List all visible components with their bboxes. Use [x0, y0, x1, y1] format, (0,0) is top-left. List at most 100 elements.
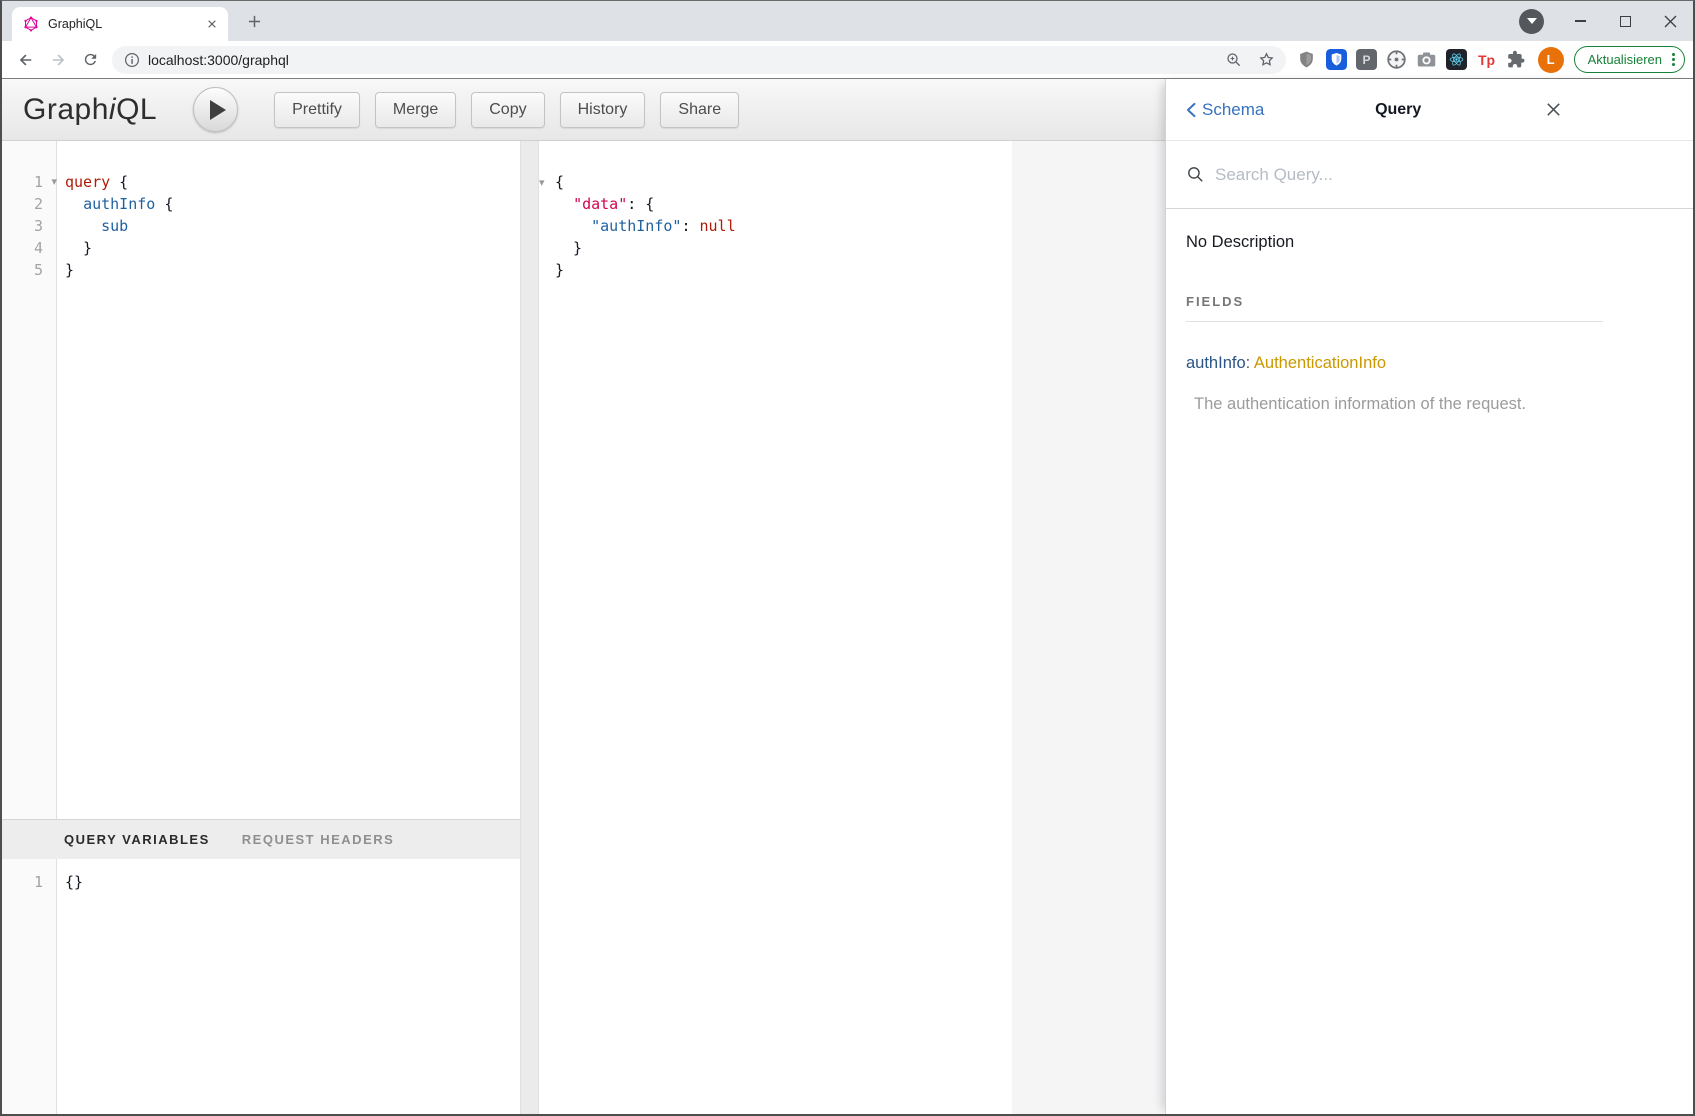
- graphql-favicon-icon: [23, 16, 39, 32]
- reload-icon: [82, 51, 99, 68]
- menu-kebab-icon[interactable]: [1670, 47, 1677, 72]
- fields-heading: FIELDS: [1186, 294, 1603, 322]
- query-editor-gutter: 1▾ 2 3 4 5: [2, 141, 57, 819]
- zoom-icon[interactable]: [1225, 51, 1243, 69]
- history-button[interactable]: History: [560, 92, 646, 128]
- media-controls-button[interactable]: [1519, 9, 1544, 34]
- new-tab-button[interactable]: [240, 7, 268, 35]
- query-editor-pane: 1▾ 2 3 4 5 query { authInfo { sub } }: [2, 141, 520, 1114]
- tab-title: GraphiQL: [48, 17, 204, 31]
- url-text[interactable]: localhost:3000/graphql: [148, 52, 1225, 68]
- merge-button[interactable]: Merge: [375, 92, 456, 128]
- p-extension-icon[interactable]: P: [1354, 47, 1380, 73]
- line-number: 4: [2, 237, 56, 259]
- field-separator: :: [1246, 354, 1254, 372]
- play-icon: [210, 100, 226, 120]
- docs-close-button[interactable]: [1544, 100, 1563, 119]
- share-button[interactable]: Share: [660, 92, 739, 128]
- maximize-icon: [1620, 16, 1631, 27]
- line-number: 2: [2, 193, 56, 215]
- prettify-button[interactable]: Prettify: [274, 92, 360, 128]
- result-pane: ▾{ "data": { "authInfo": null } }: [539, 141, 1012, 1114]
- code-line: sub: [65, 215, 520, 237]
- minimize-button[interactable]: [1558, 1, 1603, 41]
- chevron-left-icon: [1184, 101, 1198, 119]
- tab-query-variables[interactable]: QUERY VARIABLES: [64, 832, 210, 847]
- close-window-button[interactable]: [1648, 1, 1693, 41]
- fold-arrow-icon[interactable]: ▾: [539, 172, 555, 194]
- react-devtools-extension-icon[interactable]: [1444, 47, 1470, 73]
- code-line: query {: [65, 171, 520, 193]
- minimize-icon: [1575, 20, 1586, 22]
- line-number: 1▾: [2, 171, 56, 193]
- search-icon: [1186, 165, 1205, 184]
- docs-title: Query: [1264, 101, 1532, 119]
- result-line: "authInfo": null: [539, 215, 1012, 237]
- update-label: Aktualisieren: [1588, 52, 1662, 67]
- extensions-row: P Tp: [1292, 47, 1532, 73]
- tab-strip: GraphiQL: [2, 1, 1693, 41]
- variables-code[interactable]: {}: [57, 859, 520, 1114]
- browser-tab[interactable]: GraphiQL: [12, 7, 228, 41]
- ublock-extension-icon[interactable]: [1294, 47, 1320, 73]
- reload-button[interactable]: [74, 44, 106, 76]
- variables-gutter: 1: [2, 859, 57, 1114]
- graphiql-logo: GraphiQL: [23, 93, 157, 127]
- close-icon: [1544, 100, 1563, 119]
- line-number: 1: [2, 871, 56, 893]
- address-bar: localhost:3000/graphql P: [2, 41, 1693, 79]
- back-button[interactable]: [10, 44, 42, 76]
- close-icon: [1664, 15, 1677, 28]
- bitwarden-extension-icon[interactable]: [1324, 47, 1350, 73]
- docs-back-link[interactable]: Schema: [1184, 100, 1264, 120]
- line-number: 5: [2, 259, 56, 281]
- graphiql-main-column: GraphiQL Prettify Merge Copy History Sha…: [2, 79, 1165, 1114]
- variables-tab-bar: QUERY VARIABLES REQUEST HEADERS: [2, 819, 520, 859]
- tampermonkey-extension-icon[interactable]: Tp: [1474, 47, 1500, 73]
- code-line: {}: [65, 871, 520, 893]
- field-description: The authentication information of the re…: [1186, 395, 1603, 414]
- docs-search-box: [1166, 141, 1693, 209]
- chevron-down-icon: [1527, 18, 1537, 24]
- query-code[interactable]: query { authInfo { sub } }: [57, 141, 520, 819]
- docs-content: No Description FIELDS authInfo: Authenti…: [1166, 209, 1693, 414]
- tab-request-headers[interactable]: REQUEST HEADERS: [242, 832, 395, 847]
- result-line: }: [539, 237, 1012, 259]
- forward-button[interactable]: [42, 44, 74, 76]
- bookmark-star-icon[interactable]: [1257, 50, 1276, 69]
- pane-resizer-handle[interactable]: [520, 141, 539, 1114]
- code-line: }: [65, 259, 520, 281]
- variables-editor[interactable]: 1 {}: [2, 859, 520, 1114]
- execute-query-button[interactable]: [193, 87, 238, 132]
- result-line: "data": {: [539, 193, 1012, 215]
- fold-arrow-icon[interactable]: ▾: [45, 171, 57, 193]
- docs-search-input[interactable]: [1215, 165, 1693, 185]
- tab-close-icon[interactable]: [204, 16, 220, 32]
- docs-panel: Schema Query No Description FIELDS authI…: [1165, 79, 1693, 1114]
- profile-avatar[interactable]: L: [1538, 47, 1564, 73]
- extensions-puzzle-icon[interactable]: [1504, 47, 1530, 73]
- empty-gap: [1012, 141, 1165, 1114]
- crosshair-extension-icon[interactable]: [1384, 47, 1410, 73]
- code-line: }: [65, 237, 520, 259]
- docs-header: Schema Query: [1166, 79, 1693, 141]
- type-description: No Description: [1186, 233, 1603, 252]
- camera-extension-icon[interactable]: [1414, 47, 1440, 73]
- update-browser-button[interactable]: Aktualisieren: [1574, 46, 1685, 73]
- copy-button[interactable]: Copy: [471, 92, 544, 128]
- result-line: ▾{: [539, 171, 1012, 193]
- type-name-link[interactable]: AuthenticationInfo: [1254, 354, 1386, 372]
- arrow-right-icon: [49, 51, 67, 69]
- url-field[interactable]: localhost:3000/graphql: [112, 46, 1286, 74]
- browser-window: GraphiQL: [0, 0, 1695, 1116]
- arrow-left-icon: [17, 51, 35, 69]
- graphiql-toolbar: GraphiQL Prettify Merge Copy History Sha…: [2, 79, 1165, 141]
- line-number: 3: [2, 215, 56, 237]
- maximize-button[interactable]: [1603, 1, 1648, 41]
- plus-icon: [248, 15, 261, 28]
- field-name-link[interactable]: authInfo: [1186, 354, 1246, 372]
- page-info-icon[interactable]: [124, 52, 140, 68]
- field-row: authInfo: AuthenticationInfo: [1186, 354, 1603, 373]
- window-controls: [1519, 1, 1693, 41]
- query-editor[interactable]: 1▾ 2 3 4 5 query { authInfo { sub } }: [2, 141, 520, 819]
